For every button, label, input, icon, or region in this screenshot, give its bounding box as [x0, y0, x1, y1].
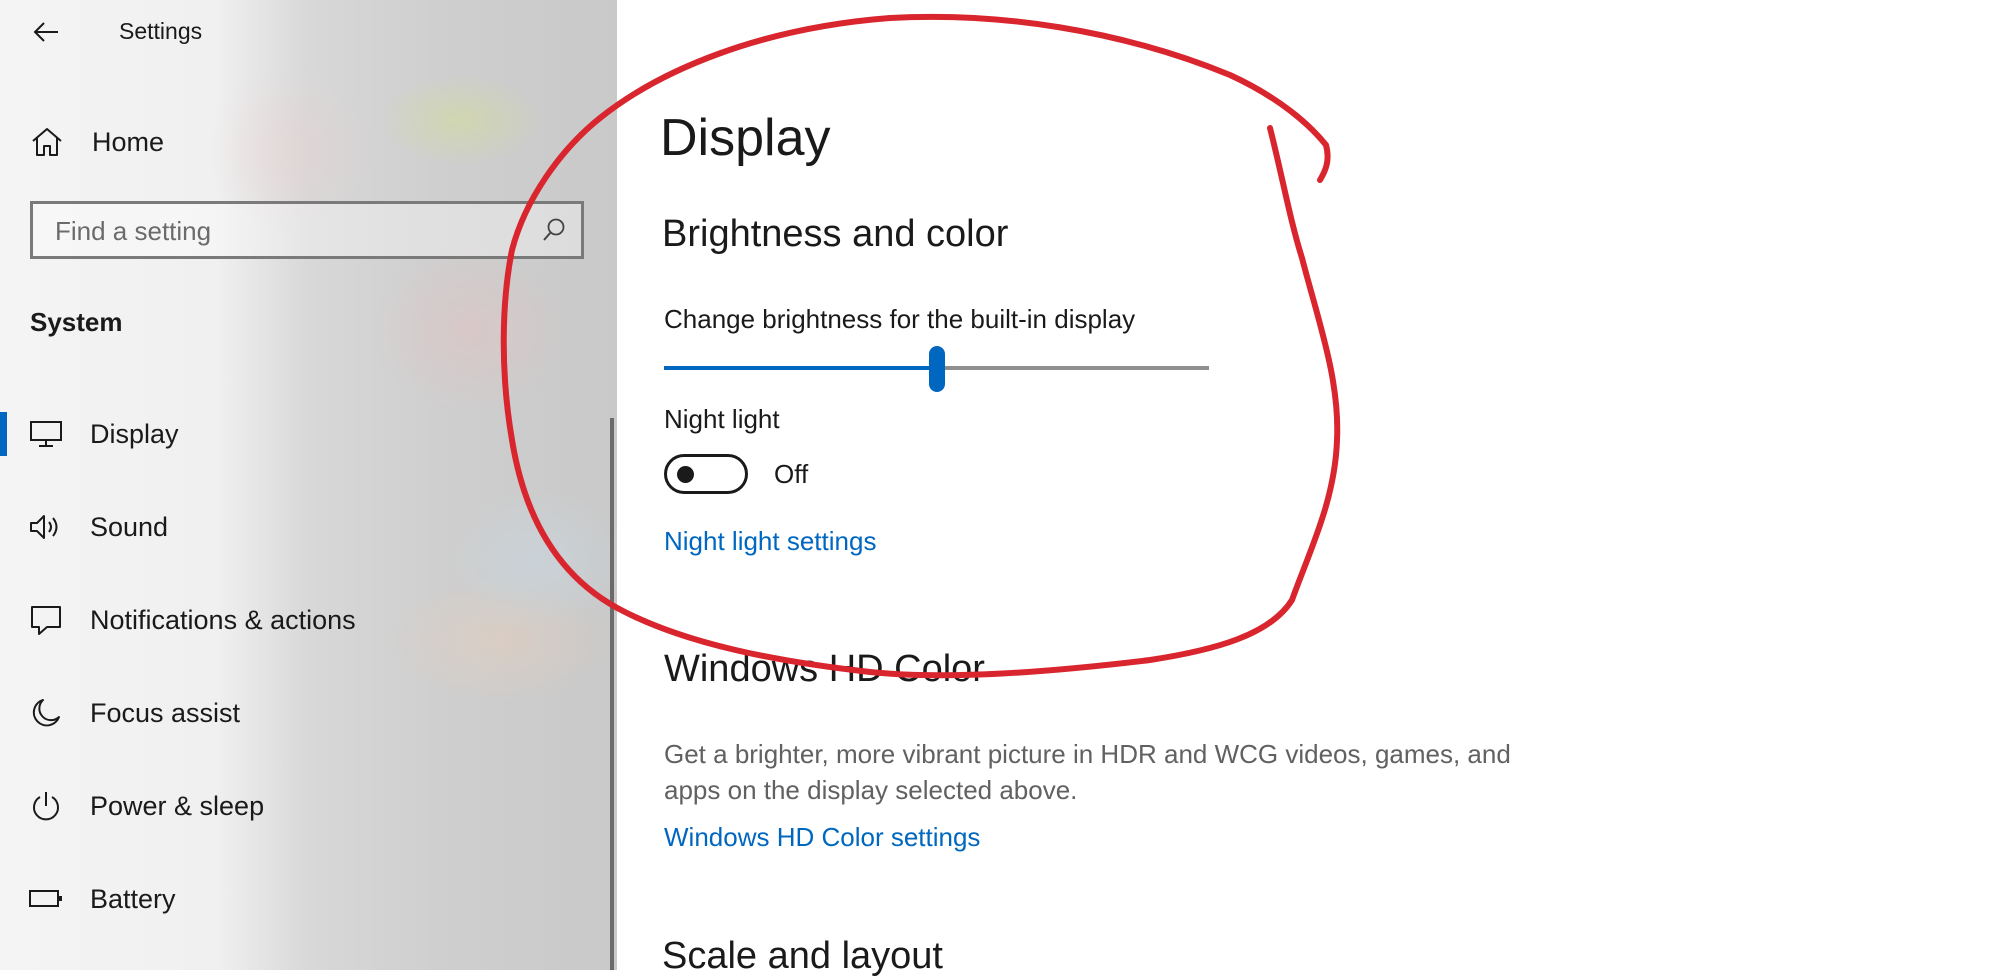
sidebar-scrollbar[interactable] [610, 418, 614, 970]
sidebar: Settings Home System [0, 0, 617, 970]
monitor-icon [28, 416, 64, 452]
brightness-slider-label: Change brightness for the built-in displ… [664, 304, 1136, 334]
toggle-knob [677, 466, 694, 483]
speaker-icon [28, 509, 64, 545]
moon-icon [28, 695, 64, 731]
slider-fill [664, 366, 937, 370]
sidebar-item-battery[interactable]: Battery [0, 865, 600, 958]
search-input[interactable] [53, 204, 537, 258]
sidebar-item-home[interactable]: Home [0, 114, 600, 170]
main-content: Display Brightness and color Change brig… [617, 0, 2000, 977]
sidebar-item-label: Focus assist [90, 698, 241, 728]
sidebar-item-notifications[interactable]: Notifications & actions [0, 586, 600, 679]
search-box[interactable] [30, 201, 584, 259]
selection-indicator [0, 412, 7, 456]
night-light-state: Off [774, 459, 809, 489]
night-light-toggle[interactable] [664, 454, 748, 494]
sidebar-nav: Display Sound Notifications & actions Fo… [0, 400, 600, 958]
power-icon [28, 788, 64, 824]
search-icon[interactable] [541, 217, 567, 248]
brightness-slider[interactable] [664, 346, 1209, 392]
sidebar-item-label: Battery [90, 884, 176, 914]
night-light-label: Night light [664, 404, 780, 434]
sidebar-item-label: Display [90, 419, 179, 449]
sidebar-item-label: Sound [90, 512, 169, 542]
sidebar-item-sound[interactable]: Sound [0, 493, 600, 586]
sidebar-item-power-sleep[interactable]: Power & sleep [0, 772, 600, 865]
sidebar-item-focus-assist[interactable]: Focus assist [0, 679, 600, 772]
brightness-heading: Brightness and color [662, 213, 1009, 255]
sidebar-item-label: Notifications & actions [90, 605, 356, 635]
hd-color-description: Get a brighter, more vibrant picture in … [664, 739, 1511, 805]
notification-icon [28, 602, 64, 638]
home-icon [30, 126, 64, 163]
title-bar: Settings [0, 0, 600, 64]
app-title: Settings [119, 18, 203, 44]
sidebar-item-label: Power & sleep [90, 791, 265, 821]
slider-thumb[interactable] [928, 346, 945, 392]
section-title: System [30, 307, 123, 337]
hd-color-heading: Windows HD Color [664, 648, 985, 690]
sidebar-item-display[interactable]: Display [0, 400, 600, 493]
back-arrow-icon [33, 22, 58, 42]
page-title: Display [660, 109, 831, 167]
night-light-settings-link[interactable]: Night light settings [664, 526, 876, 557]
sidebar-item-label: Home [92, 127, 165, 157]
scale-layout-heading: Scale and layout [662, 935, 943, 977]
back-button[interactable] [30, 16, 62, 48]
hd-color-settings-link[interactable]: Windows HD Color settings [664, 822, 980, 853]
battery-icon [28, 881, 64, 917]
